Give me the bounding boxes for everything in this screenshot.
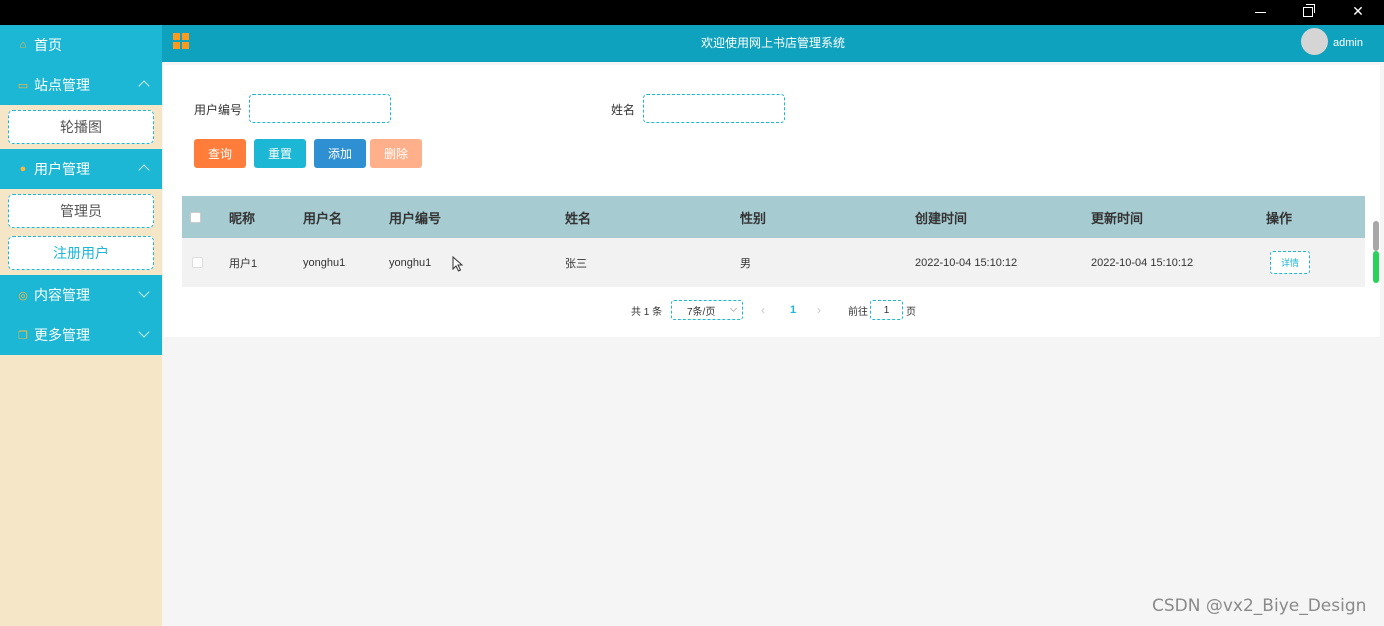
sidebar-item-label: 更多管理 [34,327,90,343]
column-header: 操作 [1266,210,1293,226]
cell-gender: 男 [740,257,751,270]
sidebar-item-content-management[interactable]: ◎ 内容管理 [0,275,162,315]
goto-label: 前往 [848,306,868,318]
cell-created: 2022-10-04 15:10:12 [915,256,1018,269]
pagination: 共 1 条 7条/页 ‹ 1 › 前往 1 页 [163,300,1380,320]
users-table: 昵称 用户名 用户编号 姓名 性别 创建时间 更新时间 操作 用户1 yongh… [182,196,1365,287]
sidebar-item-label: 用户管理 [34,161,90,177]
restore-icon [1303,4,1315,18]
top-header: 欢迎使用网上书店管理系统 admin [162,25,1384,62]
sidebar: ⌂ 首页 ▭ 站点管理 轮播图 ● 用户管理 管理员 注册用户 ◎ 内容管理 ❐… [0,25,162,626]
minimize-icon [1254,11,1266,13]
chevron-down-icon [138,326,150,338]
user-no-label: 用户编号 [194,103,243,117]
add-button[interactable]: 添加 [314,139,366,168]
home-icon: ⌂ [19,39,27,51]
page-suffix: 页 [906,306,916,318]
cell-action: 详情 [1270,238,1310,287]
page-number-current[interactable]: 1 [790,300,796,320]
sidebar-item-user-management[interactable]: ● 用户管理 [0,149,162,189]
submenu-users: 管理员 注册用户 [0,189,162,275]
column-header[interactable]: 姓名 [565,196,591,238]
delete-button[interactable]: 删除 [370,139,422,168]
main-panel: 用户编号 姓名 查询 重置 添加 删除 昵称 用户名 用户编号 姓名 性别 创建… [163,65,1380,337]
goto-page-input[interactable]: 1 [870,300,903,320]
cell-user-no: yonghu1 [389,256,432,269]
page-size-value: 7条/页 [687,306,716,318]
page-size-select[interactable]: 7条/页 [671,300,743,320]
grid-icon[interactable] [173,33,189,49]
cell-name: 张三 [565,257,587,270]
row-checkbox[interactable] [192,238,203,287]
user-icon: ● [19,163,27,175]
chevron-up-icon [138,164,150,176]
close-button[interactable]: ✕ [1335,0,1381,25]
chevron-down-icon [729,304,738,313]
scrollbar-indicator[interactable] [1373,251,1379,283]
sidebar-item-label: 站点管理 [34,77,90,93]
cell-nickname: 用户1 [229,257,258,270]
chevron-up-icon [138,80,150,92]
close-icon: ✕ [1352,3,1364,19]
sidebar-item-label: 内容管理 [34,287,90,303]
scrollbar-thumb[interactable] [1373,221,1379,251]
submenu-item-registered-users[interactable]: 注册用户 [8,236,154,270]
sidebar-item-home[interactable]: ⌂ 首页 [0,25,162,65]
column-header[interactable]: 更新时间 [1091,196,1143,238]
minimize-button[interactable] [1237,0,1283,25]
column-header[interactable]: 昵称 [229,196,255,238]
select-all-checkbox[interactable] [190,196,201,238]
user-no-input[interactable] [249,94,391,123]
circle-icon: ◎ [18,289,28,302]
detail-button[interactable]: 详情 [1270,251,1310,274]
page-title: 欢迎使用网上书店管理系统 [700,36,845,50]
sidebar-item-label: 首页 [34,37,62,53]
submenu-item-carousel[interactable]: 轮播图 [8,110,154,144]
table-row[interactable]: 用户1 yonghu1 yonghu1 张三 男 2022-10-04 15:1… [182,238,1365,287]
avatar[interactable] [1301,28,1328,55]
query-button[interactable]: 查询 [194,139,246,168]
restore-button[interactable] [1285,0,1331,25]
window-titlebar: ✕ [0,0,1384,25]
submenu-item-admins[interactable]: 管理员 [8,194,154,228]
watermark: CSDN @vx2_Biye_Design [1152,596,1367,616]
column-header[interactable]: 用户编号 [389,196,441,238]
mouse-cursor-icon [452,256,464,272]
next-page-button[interactable]: › [817,300,821,320]
submenu-site: 轮播图 [0,105,162,149]
chevron-down-icon [138,286,150,298]
column-header[interactable]: 用户名 [303,196,342,238]
total-count: 共 1 条 [631,306,663,318]
monitor-icon: ▭ [17,79,29,92]
prev-page-button[interactable]: ‹ [761,300,765,320]
cell-username: yonghu1 [303,256,346,269]
name-input[interactable] [643,94,785,123]
sidebar-item-site-management[interactable]: ▭ 站点管理 [0,65,162,105]
table-header: 昵称 用户名 用户编号 姓名 性别 创建时间 更新时间 操作 [182,196,1365,238]
sidebar-item-more-management[interactable]: ❐ 更多管理 [0,315,162,355]
username-label[interactable]: admin [1333,25,1363,62]
reset-button[interactable]: 重置 [254,139,306,168]
cell-updated: 2022-10-04 15:10:12 [1091,256,1194,269]
column-header[interactable]: 性别 [740,196,766,238]
name-label: 姓名 [611,103,636,117]
copy-icon: ❐ [18,329,28,342]
column-header[interactable]: 创建时间 [915,196,967,238]
